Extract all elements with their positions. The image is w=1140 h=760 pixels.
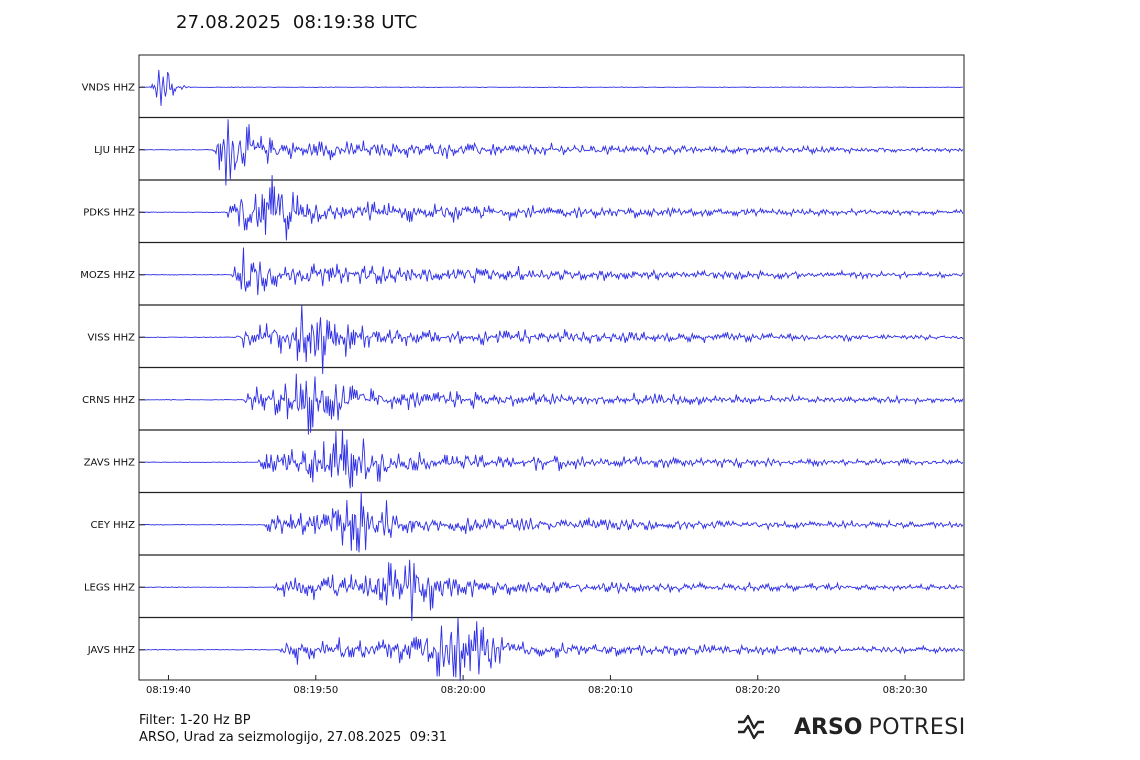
station-label: PDKS HHZ [83,207,135,218]
trace-waveform [138,617,964,681]
station-label: LEGS HHZ [84,582,135,593]
station-label: LJU HHZ [94,145,135,156]
logo-brand-bold: ARSO [794,714,863,740]
station-label: VISS HHZ [87,332,135,343]
trace-waveform [138,492,964,553]
seismic-wave-logo-icon [738,714,764,740]
source-note: ARSO, Urad za seizmologijo, 27.08.2025 0… [139,730,448,745]
station-label: JAVS HHZ [87,645,135,656]
trace-waveform [138,429,964,489]
trace-waveform [138,247,964,296]
x-tick-label: 08:20:00 [441,685,486,696]
trace-waveform [138,69,963,106]
x-tick-label: 08:20:20 [735,685,780,696]
trace-waveform [138,175,964,241]
trace-lines [138,69,964,681]
x-tick-label: 08:19:50 [293,685,338,696]
time-axis: 08:19:40 08:19:50 08:20:00 08:20:10 08:20:20… [146,675,928,696]
x-tick-label: 08:20:10 [588,685,633,696]
trace-waveform [138,304,964,375]
logo-brand-light: POTRESI [868,714,966,740]
station-label: VNDS HHZ [82,82,136,93]
trace-waveform [138,373,964,435]
station-label: MOZS HHZ [80,270,135,281]
x-tick-label: 08:19:40 [146,685,191,696]
station-label: CEY HHZ [91,520,136,531]
arso-potresi-logo: ARSO POTRESI [734,710,966,744]
filter-note: Filter: 1-20 Hz BP [139,713,251,728]
trace-waveform [138,119,964,186]
trace-waveform [138,559,964,621]
x-tick-label: 08:20:30 [883,685,928,696]
station-labels: VNDS HHZ LJU HHZ PDKS HHZ MOZS HHZ VISS HHZ C… [80,82,145,656]
seismogram-plot: VNDS HHZ LJU HHZ PDKS HHZ MOZS HHZ VISS HHZ C… [80,54,965,696]
station-label: CRNS HHZ [82,395,135,406]
station-label: ZAVS HHZ [84,457,135,468]
